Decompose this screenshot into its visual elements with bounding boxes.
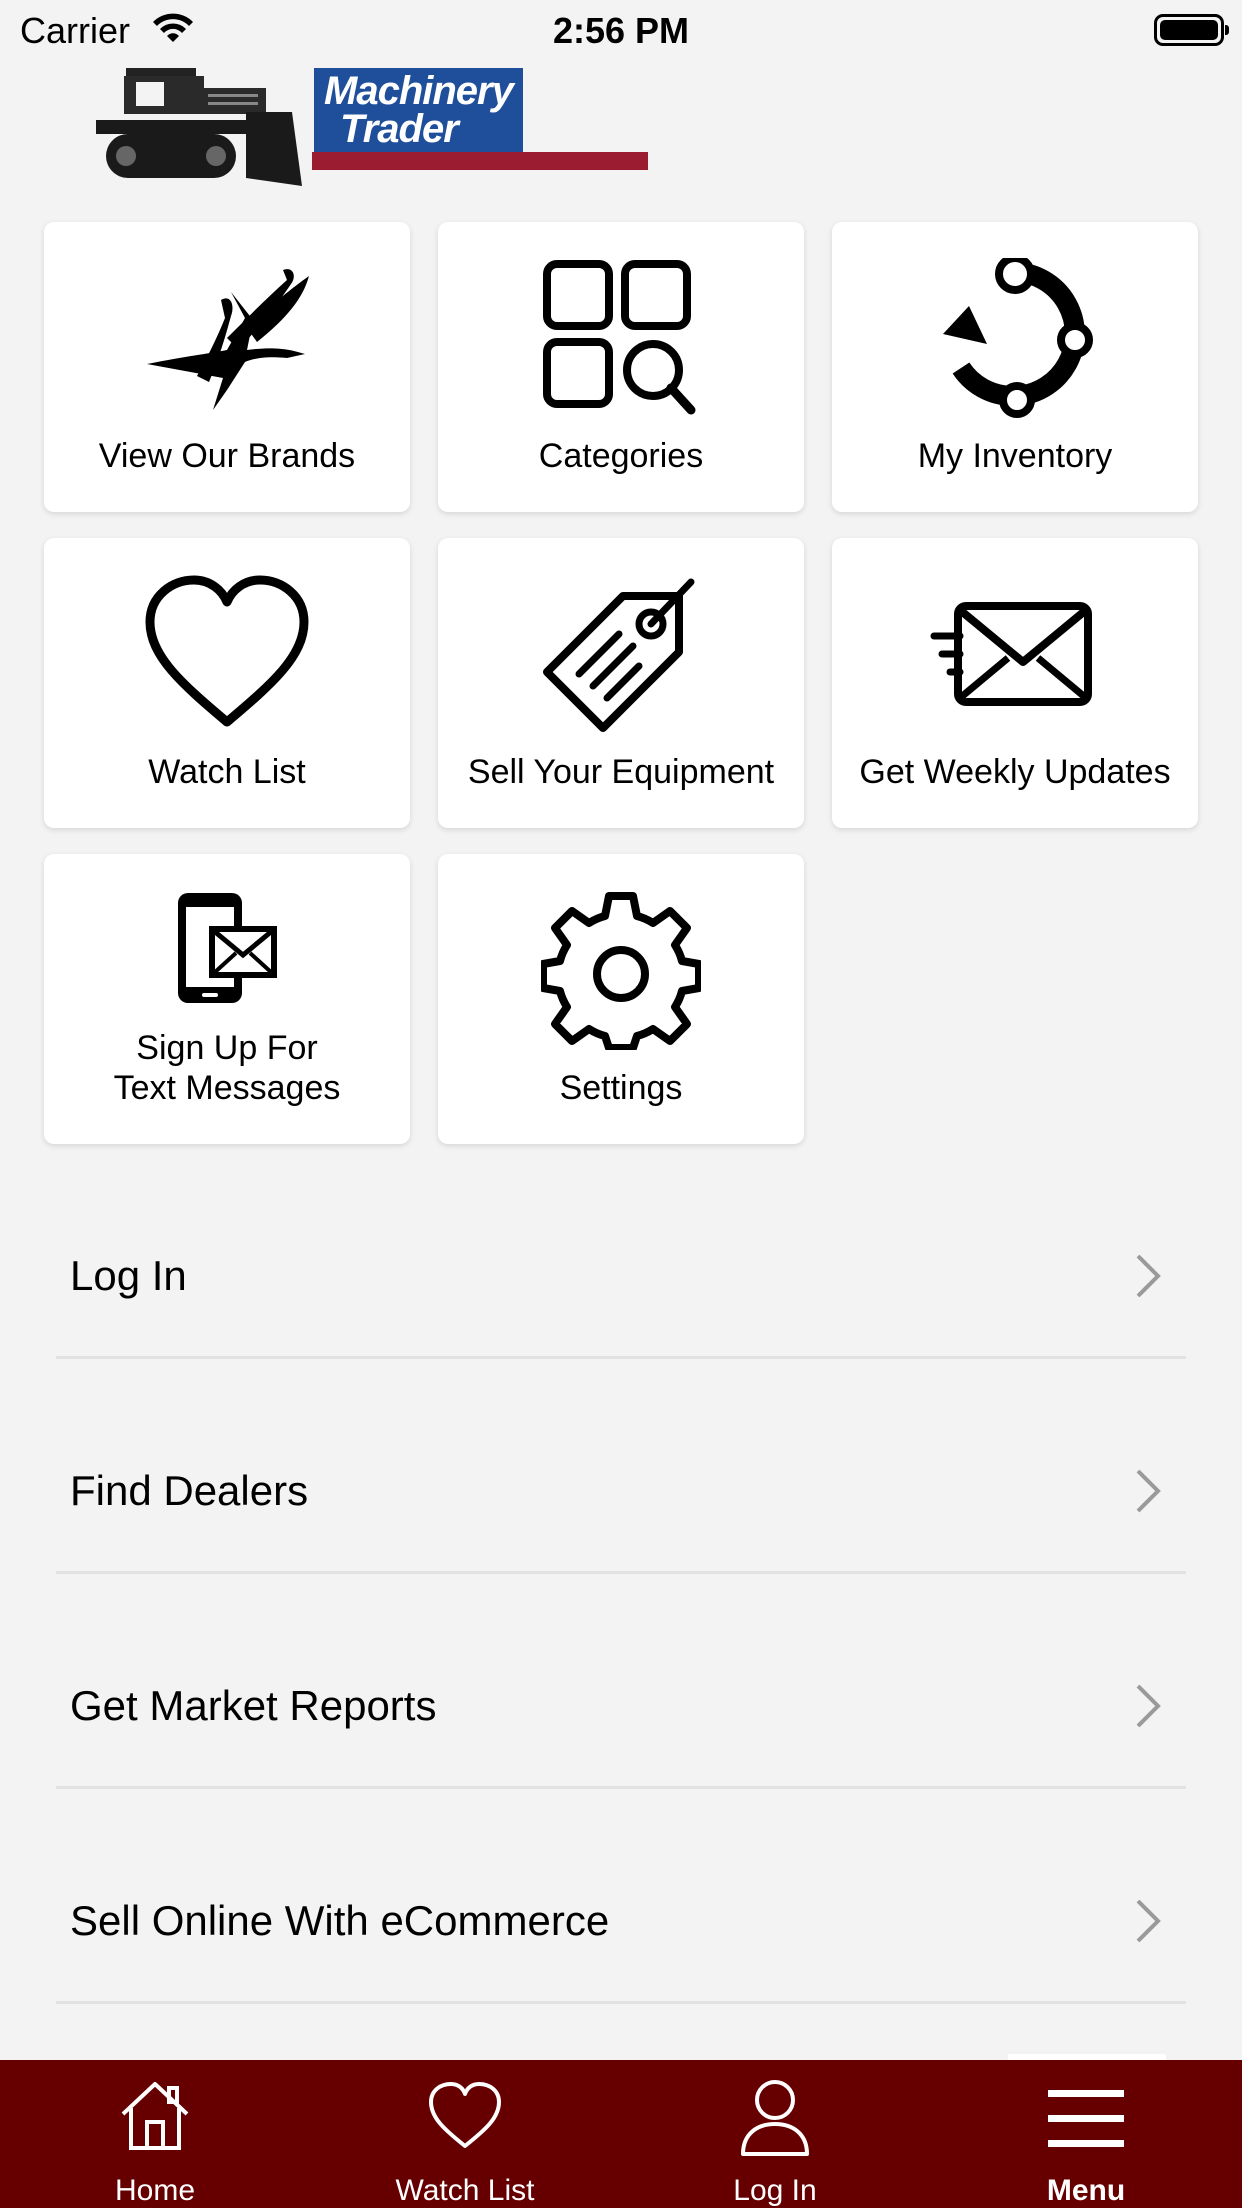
tile-label: Sign Up For Text Messages <box>113 1029 341 1107</box>
fast-mail-icon <box>930 602 1092 706</box>
heart-icon <box>429 2082 501 2148</box>
inventory-cycle-icon <box>943 258 1093 418</box>
tab-bar: Home Watch List Log In Menu <box>0 2060 1242 2208</box>
bulldozer-logo-icon <box>96 68 302 186</box>
menu-row-sell-online-ecommerce[interactable]: Sell Online With eCommerce <box>56 1841 1186 2004</box>
tab-label: Menu <box>1046 2174 1126 2207</box>
tab-label: Log In <box>733 2174 817 2207</box>
chevron-right-icon <box>1136 1899 1161 1943</box>
logo-line-2: Trader <box>340 107 459 151</box>
heart-icon <box>145 575 309 727</box>
home-icon <box>121 2082 189 2150</box>
tile-sell-your-equipment[interactable]: Sell Your Equipment <box>438 538 804 828</box>
tile-label: Settings <box>559 1069 683 1107</box>
user-icon <box>741 2080 809 2156</box>
tile-settings[interactable]: Settings <box>438 854 804 1144</box>
menu-row-label: Get Market Reports <box>70 1682 437 1729</box>
tab-log-in[interactable]: Log In <box>620 2060 930 2208</box>
menu-row-label: Sell Online With eCommerce <box>70 1897 610 1944</box>
tab-label: Home <box>114 2174 196 2207</box>
tile-label: Get Weekly Updates <box>859 753 1171 791</box>
status-bar: Carrier 2:56 PM <box>0 0 1242 62</box>
tile-get-weekly-updates[interactable]: Get Weekly Updates <box>832 538 1198 828</box>
tile-label: Sell Your Equipment <box>467 753 775 791</box>
clock-time: 2:56 PM <box>552 10 690 51</box>
cranes-icon <box>147 269 309 410</box>
logo-stripe <box>312 152 648 170</box>
tile-my-inventory[interactable]: My Inventory <box>832 222 1198 512</box>
machinery-trader-logo: Machinery Trader <box>96 60 656 190</box>
menu-icon <box>1048 2090 1124 2147</box>
phone-mail-icon <box>178 893 277 1003</box>
tab-label: Watch List <box>395 2174 535 2207</box>
chevron-right-icon <box>1136 1684 1161 1728</box>
menu-row-find-dealers[interactable]: Find Dealers <box>56 1411 1186 1574</box>
menu-row-label: Log In <box>70 1252 187 1299</box>
tab-menu[interactable]: Menu <box>930 2060 1242 2208</box>
chevron-right-icon <box>1136 1254 1161 1298</box>
menu-row-get-market-reports[interactable]: Get Market Reports <box>56 1626 1186 1789</box>
tile-sign-up-text-messages[interactable]: Sign Up For Text Messages <box>44 854 410 1144</box>
tile-label: View Our Brands <box>98 437 356 475</box>
tab-home[interactable]: Home <box>0 2060 310 2208</box>
categories-search-icon <box>543 260 696 415</box>
tab-watch-list[interactable]: Watch List <box>310 2060 620 2208</box>
chevron-right-icon <box>1136 1469 1161 1513</box>
menu-row-log-in[interactable]: Log In <box>56 1196 1186 1359</box>
price-tag-icon <box>543 578 695 732</box>
tile-categories[interactable]: Categories <box>438 222 804 512</box>
tile-label: My Inventory <box>917 437 1113 475</box>
gear-icon <box>541 892 701 1050</box>
tile-watch-list[interactable]: Watch List <box>44 538 410 828</box>
tile-label: Watch List <box>148 753 306 791</box>
menu-row-label: Find Dealers <box>70 1467 309 1514</box>
tile-view-our-brands[interactable]: View Our Brands <box>44 222 410 512</box>
battery-icon <box>1154 14 1229 46</box>
tile-label: Categories <box>538 437 704 475</box>
logo-wordmark: Machinery Trader <box>314 68 523 152</box>
